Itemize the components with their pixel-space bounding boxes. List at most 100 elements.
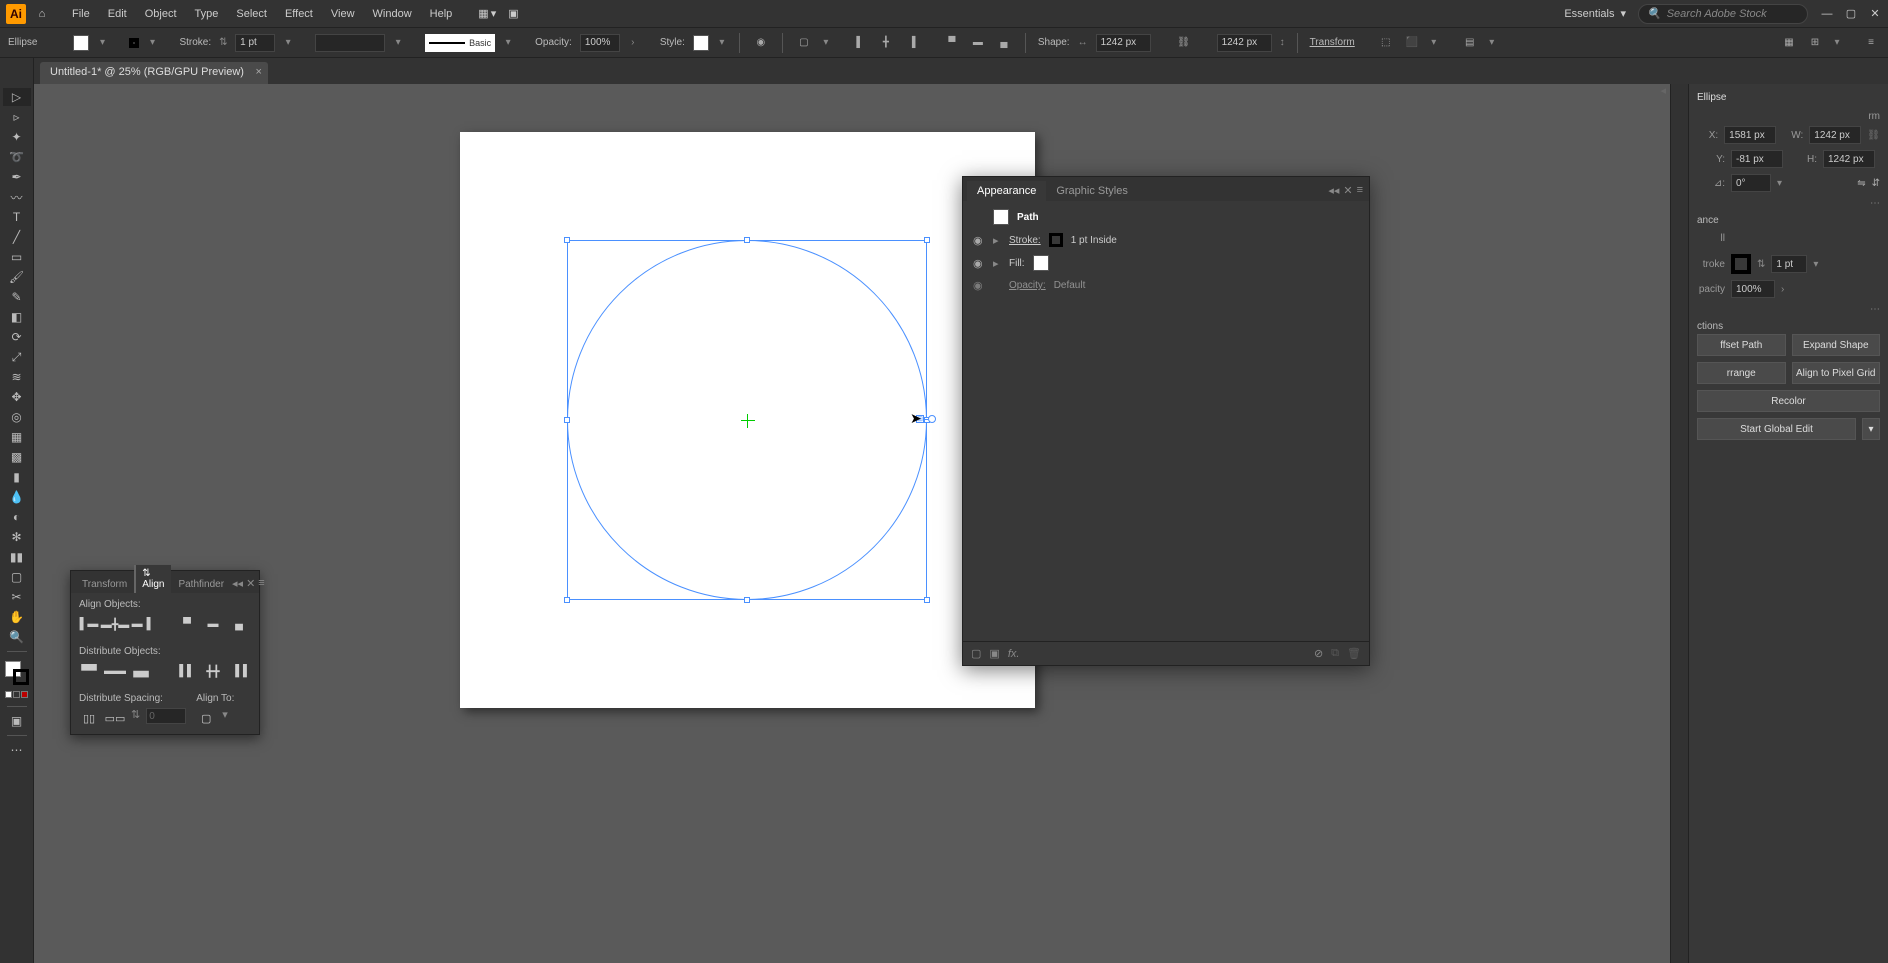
align-to-drop-icon[interactable] — [222, 708, 228, 728]
fill-drop-icon[interactable] — [97, 37, 107, 48]
collapse-icon[interactable]: ◂◂ — [1328, 184, 1339, 197]
minimize-icon[interactable]: — — [1820, 7, 1834, 21]
recolor-button[interactable]: Recolor — [1697, 390, 1880, 412]
dist-right-btn[interactable]: ▐▐ — [229, 661, 249, 681]
snap-icon[interactable]: ⊞ — [1806, 34, 1824, 52]
collapse-align-icon[interactable]: ◂◂ — [232, 577, 243, 590]
tab-appearance[interactable]: Appearance — [967, 181, 1046, 201]
crop-icon[interactable]: ⬛ — [1403, 34, 1421, 52]
stroke-drop-icon-2[interactable] — [1813, 259, 1818, 270]
brush-drop-icon[interactable] — [503, 37, 513, 48]
global-edit-button[interactable]: Start Global Edit — [1697, 418, 1856, 440]
screen-mode-icon[interactable]: ▣ — [3, 712, 31, 730]
align-vcenter-btn[interactable]: ▬ — [203, 614, 223, 634]
shape-height-field[interactable]: 1242 px — [1217, 34, 1272, 52]
tab-align[interactable]: ⇅ Align — [134, 565, 171, 593]
handle-top-mid[interactable] — [744, 237, 750, 243]
align-bottom-icon[interactable]: ▄ — [995, 34, 1013, 52]
canvas[interactable]: ◂◂ ⊞ ➤ ◂ — [34, 84, 1670, 963]
stroke-weight-field[interactable]: 1 pt — [235, 34, 275, 52]
variable-width-profile[interactable] — [315, 34, 385, 52]
dist-space-v-btn[interactable]: ▯▯ — [79, 708, 99, 728]
y-field[interactable] — [1731, 150, 1783, 168]
selection-tool-icon[interactable]: ▷ — [3, 88, 31, 106]
dist-bottom-btn[interactable]: ▄▄ — [131, 661, 151, 681]
type-tool-icon[interactable]: T — [3, 208, 31, 226]
rectangle-tool-icon[interactable]: ▭ — [3, 248, 31, 266]
grid-icon[interactable]: ▦ — [1780, 34, 1798, 52]
visibility-toggle-icon-2[interactable]: ◉ — [973, 257, 985, 270]
visibility-toggle-icon-3[interactable]: ◉ — [973, 279, 985, 292]
edit-toolbar-icon[interactable]: ⋯ — [3, 741, 31, 759]
delete-icon[interactable]: 🗑 — [1347, 647, 1361, 660]
magic-wand-tool-icon[interactable]: ✦ — [3, 128, 31, 146]
close-icon[interactable]: ✕ — [1868, 7, 1882, 21]
align-top-btn[interactable]: ▀ — [177, 614, 197, 634]
hand-tool-icon[interactable]: ✋ — [3, 608, 31, 626]
menu-type[interactable]: Type — [187, 4, 227, 24]
stroke-swatch[interactable] — [129, 38, 139, 48]
style-drop-icon[interactable] — [717, 37, 727, 48]
fill-link[interactable]: Fill: — [1009, 258, 1025, 269]
menu-object[interactable]: Object — [137, 4, 185, 24]
stroke-color-swatch[interactable] — [1049, 233, 1063, 247]
stepper-icon-2[interactable]: ⇅ — [1757, 259, 1765, 270]
perspective-grid-icon[interactable]: ▦ — [3, 428, 31, 446]
close-align-icon[interactable]: ✕ — [246, 577, 255, 590]
close-panel-icon[interactable]: ✕ — [1343, 184, 1352, 197]
vwp-drop-icon[interactable] — [393, 37, 403, 48]
new-stroke-icon[interactable]: ▣ — [989, 647, 999, 660]
dist-hcenter-btn[interactable]: ╋╋ — [203, 661, 223, 681]
lasso-tool-icon[interactable]: ➰ — [3, 148, 31, 166]
drop-icon[interactable] — [1429, 37, 1439, 48]
opacity-drop-icon[interactable]: › — [628, 37, 638, 48]
new-art-icon[interactable]: ▢ — [971, 647, 981, 660]
duplicate-icon[interactable]: ⧉ — [1331, 647, 1339, 660]
stroke-weight-drop[interactable] — [283, 37, 293, 48]
handle-bot-right[interactable] — [924, 597, 930, 603]
menu-select[interactable]: Select — [228, 4, 275, 24]
align-left-btn[interactable]: ▌▬ — [79, 614, 99, 634]
link-wh-icon[interactable]: ⛓ — [1175, 34, 1193, 52]
stepper-icon[interactable]: ⇅ — [219, 37, 227, 48]
tab-graphic-styles[interactable]: Graphic Styles — [1046, 181, 1138, 201]
arrange-documents-icon[interactable]: ▦ — [478, 7, 488, 20]
handle-mid-left[interactable] — [564, 417, 570, 423]
fill-color-swatch[interactable] — [1033, 255, 1049, 271]
shape-builder-icon[interactable]: ◎ — [3, 408, 31, 426]
align-hcenter-icon[interactable]: ╋ — [877, 34, 895, 52]
menu-help[interactable]: Help — [422, 4, 461, 24]
transform-link[interactable]: Transform — [1310, 37, 1355, 48]
free-transform-icon[interactable]: ✥ — [3, 388, 31, 406]
align-menu-icon[interactable]: ≡ — [258, 577, 264, 590]
expand-icon-2[interactable] — [993, 257, 1001, 270]
document-tab[interactable]: Untitled-1* @ 25% (RGB/GPU Preview) × — [40, 62, 268, 84]
menu-window[interactable]: Window — [365, 4, 420, 24]
h-field[interactable] — [1823, 150, 1875, 168]
align-right-icon[interactable]: ▐ — [903, 34, 921, 52]
isolate-icon[interactable]: ⬚ — [1377, 34, 1395, 52]
scale-tool-icon[interactable]: ⤢ — [3, 348, 31, 366]
offset-path-button[interactable]: ffset Path — [1697, 334, 1786, 356]
symbol-sprayer-icon[interactable]: ✻ — [3, 528, 31, 546]
close-tab-icon[interactable]: × — [256, 66, 262, 78]
gpu-preview-icon[interactable]: ▣ — [508, 7, 518, 20]
width-tool-icon[interactable]: ≋ — [3, 368, 31, 386]
align-to-selection-icon[interactable]: ▢ — [795, 34, 813, 52]
arrange-button[interactable]: rrange — [1697, 362, 1786, 384]
zoom-tool-icon[interactable]: 🔍 — [3, 628, 31, 646]
home-icon[interactable]: ⌂ — [32, 4, 52, 24]
align-hcenter-btn[interactable]: ▬╋▬ — [105, 614, 125, 634]
brush-definition[interactable]: Basic — [425, 34, 495, 52]
angle-drop-icon[interactable] — [1777, 178, 1782, 189]
collapse-right-icon[interactable]: ◂ — [1660, 84, 1666, 97]
tab-pathfinder[interactable]: Pathfinder — [171, 576, 231, 593]
drop-icon-2[interactable] — [1487, 37, 1497, 48]
global-edit-drop[interactable] — [1862, 418, 1880, 440]
snap-drop-icon[interactable] — [1832, 37, 1842, 48]
dist-top-btn[interactable]: ▀▀ — [79, 661, 99, 681]
link-icon[interactable]: ⛓ — [1867, 130, 1880, 141]
align-pixel-grid-button[interactable]: Align to Pixel Grid — [1792, 362, 1881, 384]
style-swatch[interactable] — [693, 35, 709, 51]
opacity-link[interactable]: Opacity: — [1009, 280, 1046, 291]
